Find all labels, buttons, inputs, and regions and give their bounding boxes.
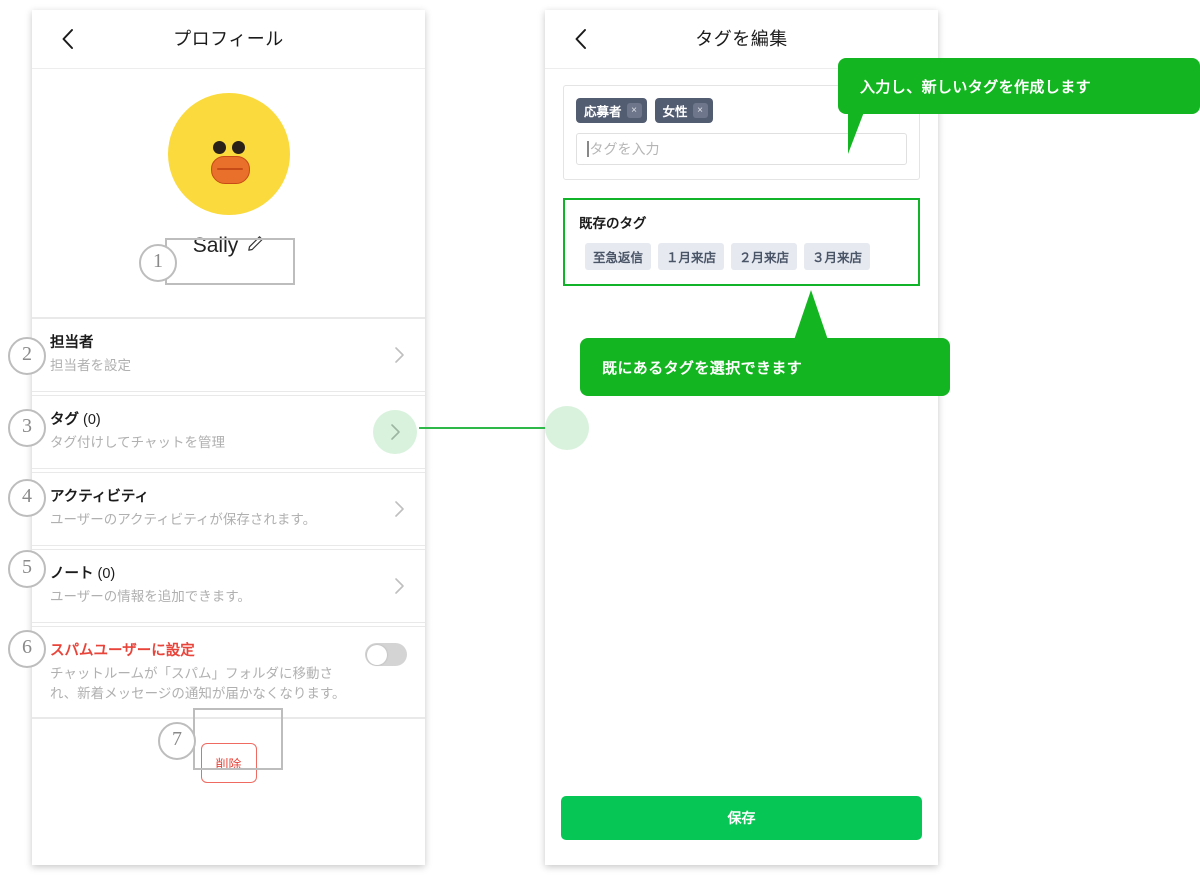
chevron-right-icon[interactable]	[394, 500, 405, 523]
list-item-title: タグ (0)	[50, 412, 101, 428]
page-title-profile: プロフィール	[173, 29, 284, 49]
existing-tags-list: 至急返信 １月来店 ２月来店 ３月来店	[579, 243, 904, 270]
avatar[interactable]	[167, 93, 290, 215]
tag-chip[interactable]: 女性 ×	[654, 98, 713, 123]
list-item-title: アクティビティ	[50, 489, 150, 505]
chevron-right-icon-highlighted[interactable]	[373, 410, 417, 454]
annotation-number-6: 6	[8, 630, 46, 668]
list-item-title: ノート (0)	[50, 566, 116, 582]
profile-name-row[interactable]: Sally	[164, 231, 294, 261]
list-item-subtitle: タグ付けしてチャットを管理	[50, 435, 225, 450]
avatar-eye-right-icon	[231, 141, 245, 154]
avatar-eye-left-icon	[212, 141, 226, 154]
annotation-number-4: 4	[8, 479, 46, 517]
connector-line	[419, 427, 551, 429]
existing-tag-chip[interactable]: ３月来店	[804, 243, 871, 270]
callout-text: 既にあるタグを選択できます	[602, 359, 803, 377]
avatar-beak-icon	[210, 156, 250, 184]
delete-button[interactable]: 削除	[200, 743, 257, 783]
profile-settings-list: 担当者 担当者を設定 タグ (0) タグ付けしてチャットを管理 アクティビティ …	[32, 318, 425, 718]
save-button[interactable]: 保存	[561, 796, 922, 840]
list-item-subtitle: ユーザーの情報を追加できます。	[50, 589, 251, 604]
chevron-right-icon[interactable]	[394, 577, 405, 600]
delete-area: 削除	[32, 718, 425, 807]
list-item-tags[interactable]: タグ (0) タグ付けしてチャットを管理	[32, 395, 425, 469]
callout-text: 入力し、新しいタグを作成します	[860, 78, 1092, 96]
list-item-subtitle: 担当者を設定	[50, 358, 131, 373]
annotation-number-3: 3	[8, 409, 46, 447]
spam-user-toggle[interactable]	[365, 643, 407, 666]
list-item-title: スパムユーザーに設定	[50, 643, 195, 659]
tag-chip-label: 女性	[662, 105, 688, 119]
profile-header: プロフィール	[32, 10, 425, 69]
edit-tags-phone-panel: タグを編集 応募者 × 女性 × タグを入力 既存のタグ 至急返信 １月来店 ２…	[545, 10, 938, 865]
profile-phone-panel: プロフィール Sally 担当者 担当者を設定 タグ (0) タグ付けしてチャッ…	[32, 10, 425, 865]
chevron-right-icon[interactable]	[394, 346, 405, 369]
list-item-assignee[interactable]: 担当者 担当者を設定	[32, 318, 425, 392]
annotation-number-2: 2	[8, 337, 46, 375]
callout-tail-top	[848, 112, 864, 154]
callout-tail-bottom	[794, 290, 828, 340]
connector-dot-right	[545, 406, 589, 450]
tag-input-placeholder: タグを入力	[589, 141, 660, 157]
list-item-subtitle: チャットルームが「スパム」フォルダに移動され、新着メッセージの通知が届かなくなり…	[50, 666, 346, 701]
profile-avatar-block: Sally	[32, 69, 425, 318]
existing-tags-title: 既存のタグ	[579, 216, 647, 231]
callout-create-tag: 入力し、新しいタグを作成します	[838, 58, 1200, 114]
existing-tag-chip[interactable]: ２月来店	[731, 243, 798, 270]
annotation-number-7: 7	[158, 722, 196, 760]
existing-tags-card: 既存のタグ 至急返信 １月来店 ２月来店 ３月来店	[563, 198, 920, 286]
pencil-icon[interactable]	[247, 235, 264, 257]
annotation-number-5: 5	[8, 550, 46, 588]
existing-tag-chip[interactable]: １月来店	[658, 243, 725, 270]
tag-chip-label: 応募者	[584, 105, 622, 119]
list-item-title: 担当者	[50, 335, 94, 351]
existing-tag-chip[interactable]: 至急返信	[585, 243, 652, 270]
text-caret	[587, 141, 589, 157]
list-item-spam-user[interactable]: スパムユーザーに設定 チャットルームが「スパム」フォルダに移動され、新着メッセー…	[32, 626, 425, 718]
callout-select-existing-tag: 既にあるタグを選択できます	[580, 338, 950, 396]
list-item-notes[interactable]: ノート (0) ユーザーの情報を追加できます。	[32, 549, 425, 623]
close-icon[interactable]: ×	[626, 103, 642, 118]
list-item-subtitle: ユーザーのアクティビティが保存されます。	[50, 512, 317, 527]
profile-name: Sally	[192, 234, 239, 257]
toggle-knob	[366, 644, 387, 665]
tag-chip[interactable]: 応募者 ×	[576, 98, 647, 123]
annotation-number-1: 1	[139, 244, 177, 282]
close-icon[interactable]: ×	[692, 103, 708, 118]
list-item-activity[interactable]: アクティビティ ユーザーのアクティビティが保存されます。	[32, 472, 425, 546]
